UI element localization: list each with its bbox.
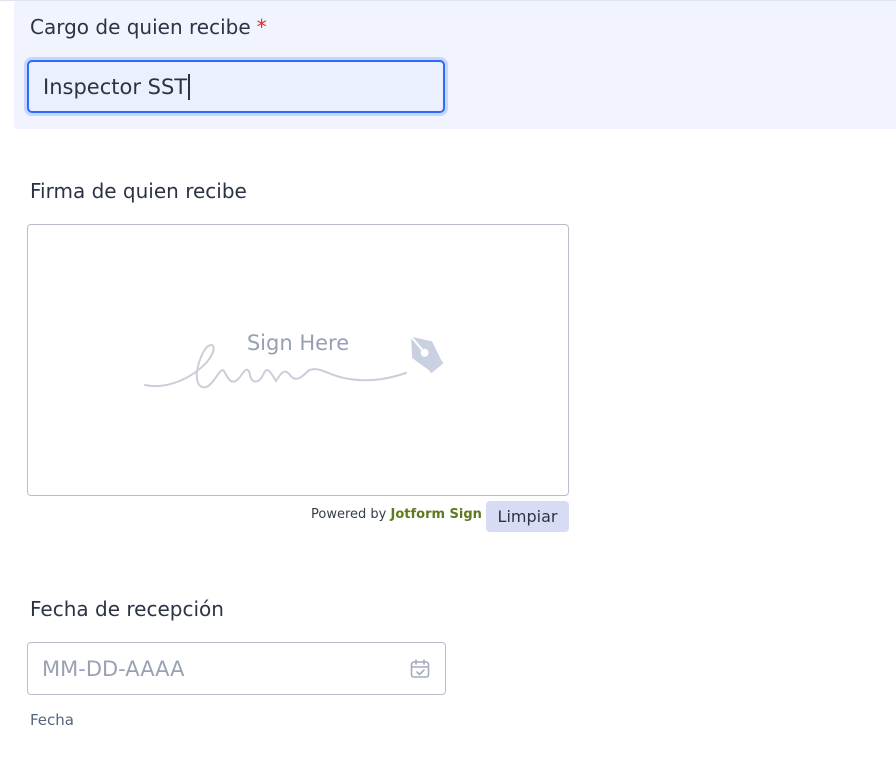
powered-by-prefix: Powered by	[311, 507, 387, 522]
date-sublabel: Fecha	[30, 711, 74, 729]
sign-here-placeholder: Sign Here	[246, 331, 350, 355]
required-asterisk: *	[256, 15, 267, 39]
powered-by-brand[interactable]: Jotform Sign	[391, 507, 482, 522]
text-caret	[188, 73, 190, 100]
cargo-input-value: Inspector SST	[43, 74, 188, 99]
signature-label: Firma de quien recibe	[30, 179, 247, 203]
cargo-input[interactable]: Inspector SST	[27, 60, 445, 113]
calendar-icon[interactable]	[409, 658, 431, 680]
clear-signature-button[interactable]: Limpiar	[486, 501, 569, 532]
cargo-label-text: Cargo de quien recibe	[30, 15, 251, 39]
date-input-placeholder: MM-DD-AAAA	[42, 656, 185, 681]
signature-scribble-icon	[144, 344, 407, 389]
signature-pad[interactable]: Sign Here	[27, 224, 569, 496]
date-input[interactable]: MM-DD-AAAA	[27, 642, 446, 695]
powered-by: Powered by Jotform Sign	[311, 507, 482, 522]
date-label: Fecha de recepción	[30, 597, 224, 621]
cargo-label: Cargo de quien recibe *	[30, 15, 267, 39]
